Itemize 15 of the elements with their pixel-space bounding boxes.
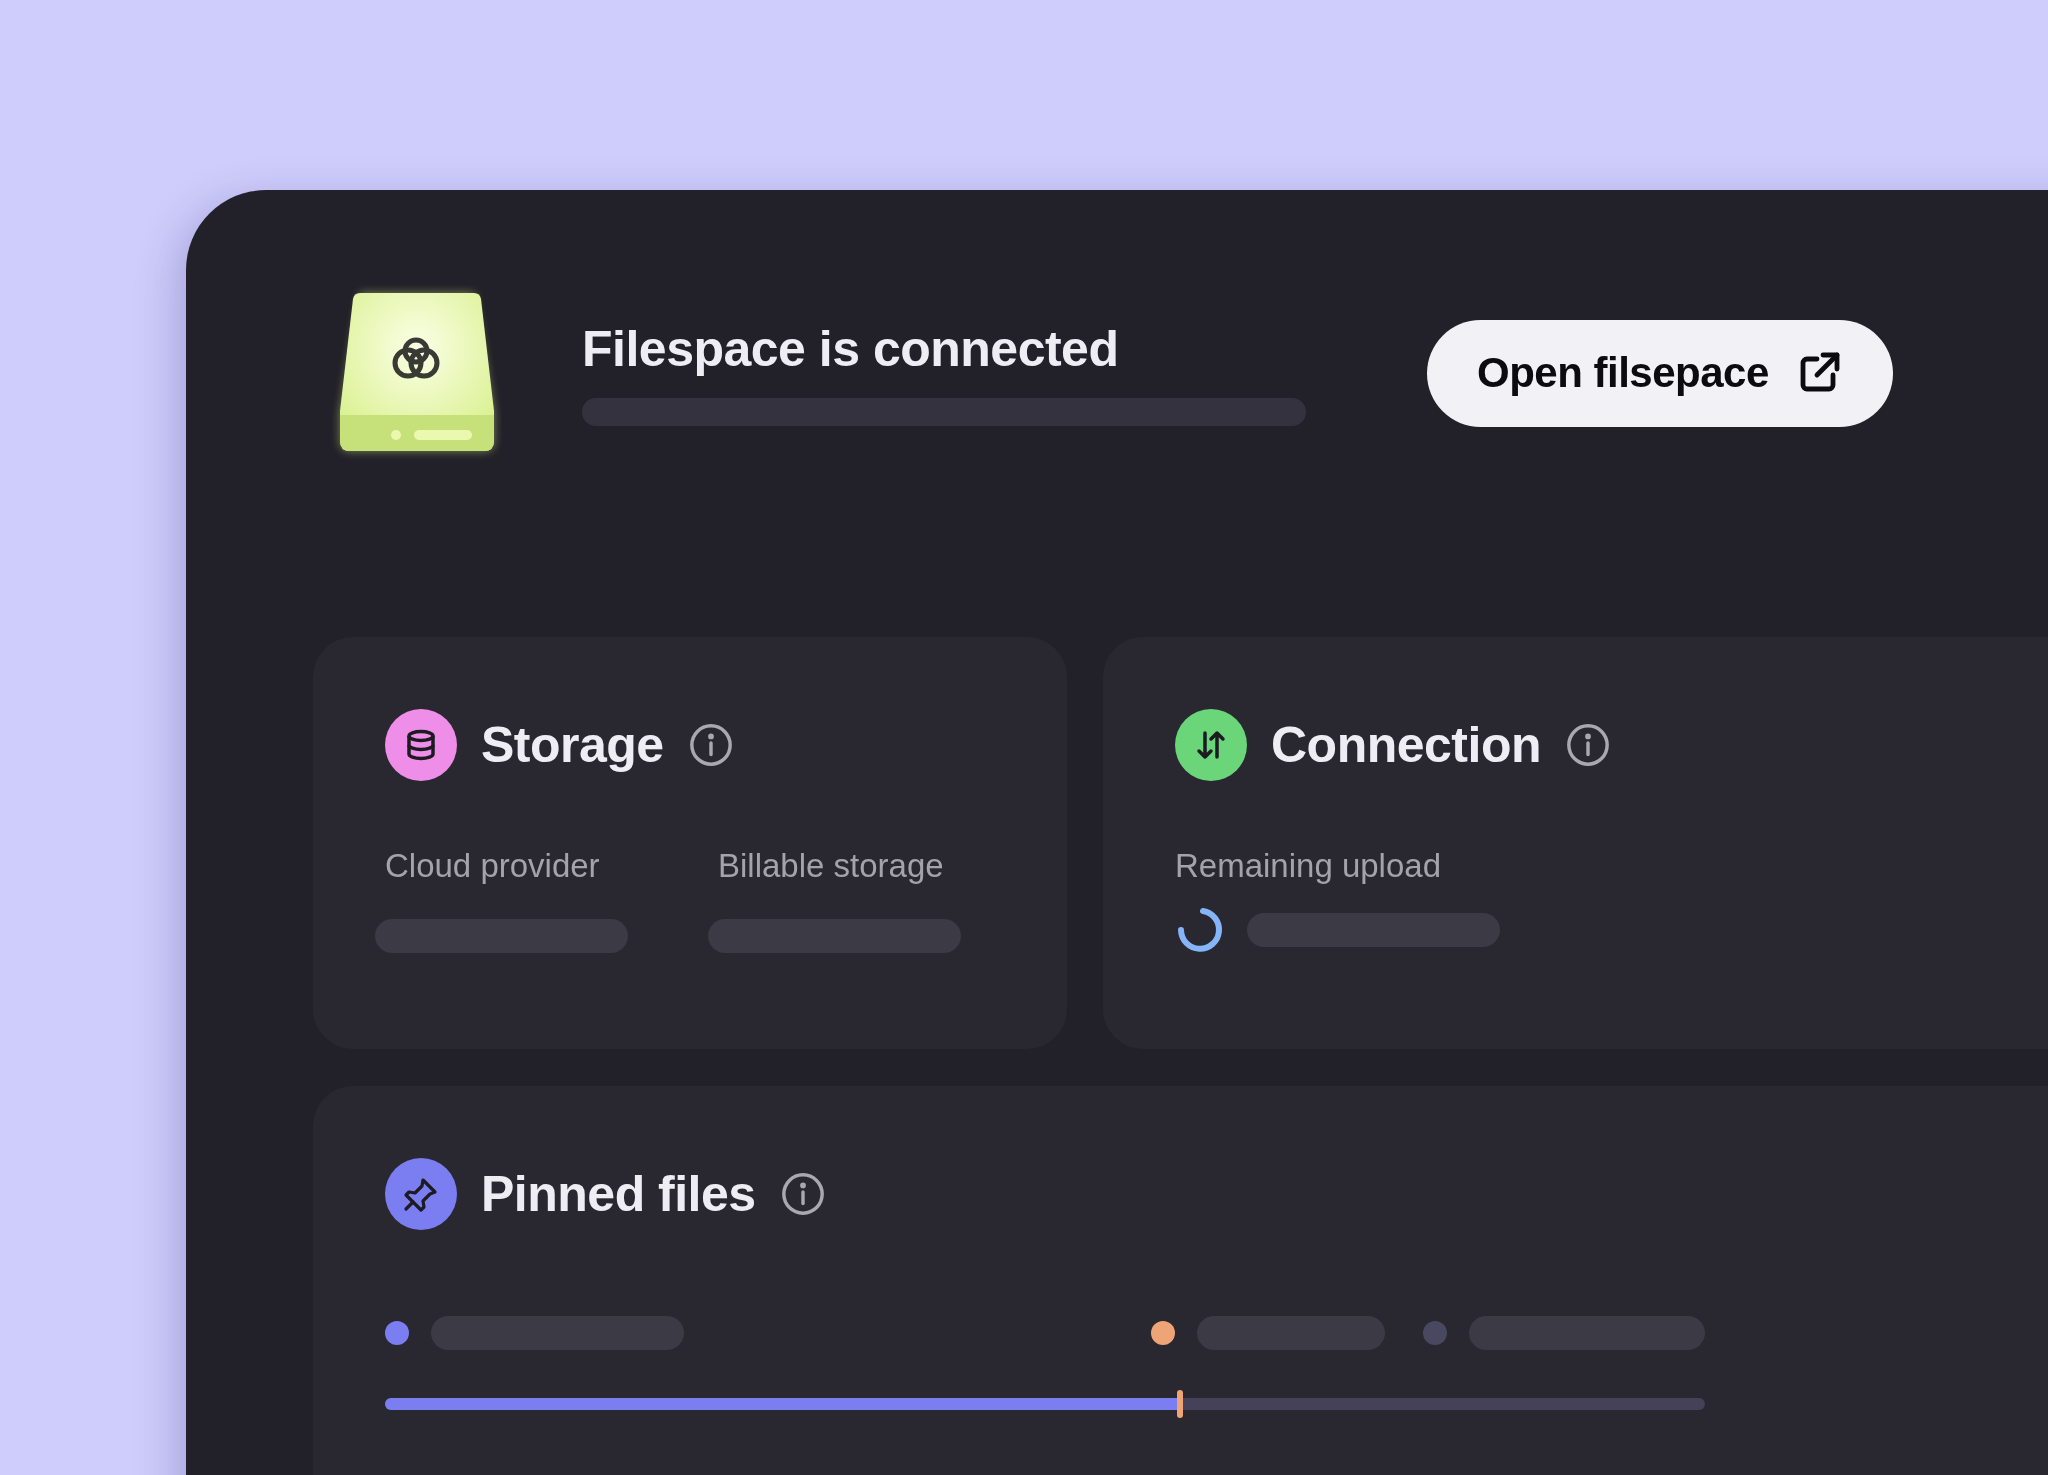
bar-marker	[1177, 1390, 1183, 1418]
database-icon	[385, 709, 457, 781]
info-icon[interactable]	[687, 722, 734, 768]
open-filespace-button[interactable]: Open filsepace	[1427, 319, 1893, 427]
pin-icon	[385, 1158, 457, 1230]
field-label: Remaining upload	[1175, 847, 1442, 885]
info-icon[interactable]	[779, 1171, 826, 1217]
card-title: Pinned files	[481, 1165, 756, 1223]
card-title: Storage	[481, 716, 664, 774]
card-title: Connection	[1271, 716, 1541, 774]
field-label: Billable storage	[718, 847, 945, 885]
field-label: Cloud provider	[385, 847, 601, 885]
status-title: Filespace is connected	[582, 320, 1120, 378]
info-icon[interactable]	[1565, 722, 1611, 768]
transfer-arrows-icon	[1175, 709, 1247, 781]
